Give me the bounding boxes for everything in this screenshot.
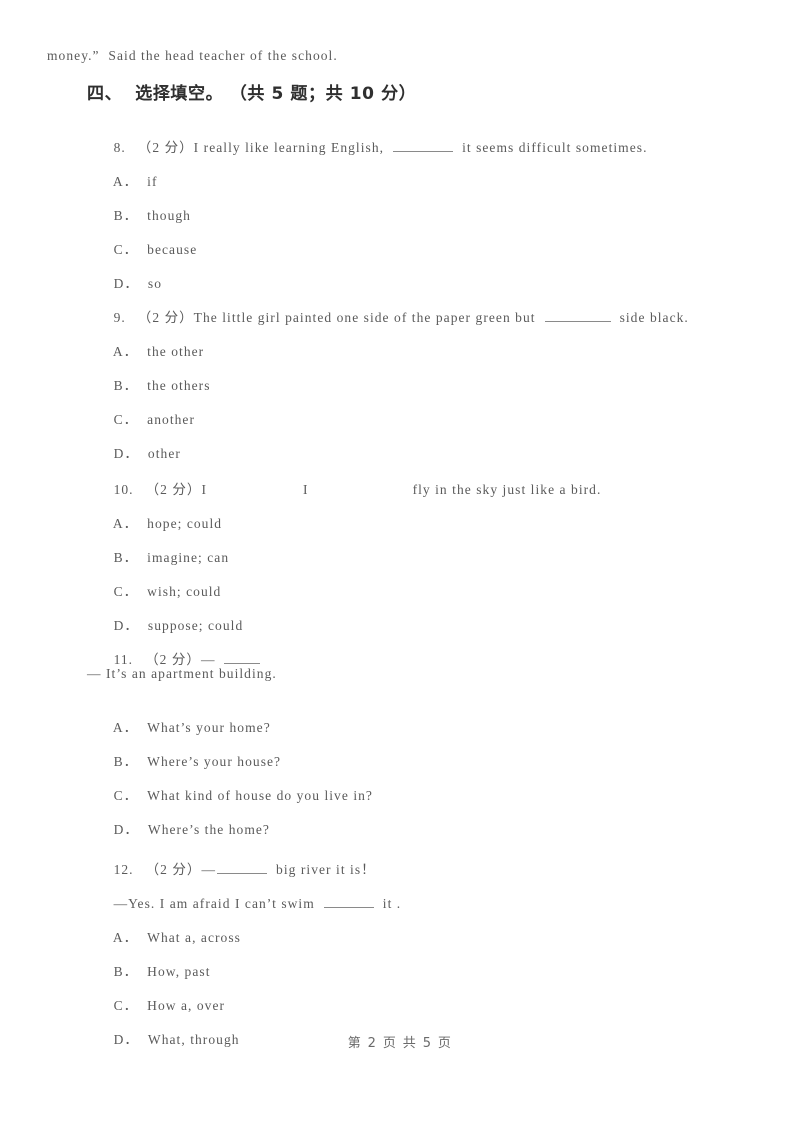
- option-letter: C．: [113, 412, 139, 427]
- exam-page: money.” Said the head teacher of the sch…: [0, 0, 800, 1132]
- stem-before: The little girl painted one side of the …: [193, 310, 536, 325]
- option-text: How a, over: [147, 998, 226, 1013]
- question-number: 10.: [113, 482, 134, 497]
- question-marks: （2 分）: [137, 310, 194, 325]
- question-block-12: 12. （2 分）— big river it is！ —Yes. I am afr…: [87, 840, 727, 1047]
- option-row[interactable]: A． What’s your home?: [87, 698, 727, 735]
- continuation-text: money.” Said the head teacher of the sch…: [47, 48, 338, 63]
- question-block-10: 10. （2 分）I Ifly in the sky just like a bir…: [87, 460, 727, 633]
- option-letter: A．: [112, 720, 139, 735]
- option-text: What a, across: [147, 930, 241, 945]
- question-marks: （2 分）: [145, 482, 202, 497]
- option-letter: B．: [113, 754, 139, 769]
- answer-blank: [393, 140, 454, 152]
- question-stem: 9. （2 分）The little girl painted one side …: [87, 288, 727, 325]
- question-stem: 8. （2 分）I really like learning English, it…: [87, 118, 727, 155]
- stem-after: big river it is！: [276, 862, 376, 877]
- option-letter: D．: [113, 446, 139, 461]
- option-text: other: [147, 446, 181, 461]
- option-letter: C．: [113, 242, 139, 257]
- option-text: though: [147, 208, 191, 223]
- option-letter: A．: [112, 174, 139, 189]
- option-letter: C．: [113, 998, 139, 1013]
- question-marks: （2 分）: [137, 140, 194, 155]
- option-text: What’s your home?: [147, 720, 271, 735]
- answer-line-before: —Yes. I am afraid I can’t swim: [113, 896, 315, 911]
- option-text: because: [147, 242, 198, 257]
- stem-after: side black.: [619, 310, 689, 325]
- question-stem: 11. （2 分）—: [87, 630, 727, 667]
- option-text: imagine; can: [147, 550, 230, 565]
- option-letter: B．: [113, 378, 139, 393]
- question-block-9: 9. （2 分）The little girl painted one side …: [87, 288, 727, 461]
- question-stem: 10. （2 分）I Ifly in the sky just like a bir…: [87, 460, 727, 497]
- option-letter: D．: [113, 822, 139, 837]
- stem-part-2: I: [303, 482, 309, 497]
- question-stem-line2: — It’s an apartment building.: [87, 666, 277, 681]
- option-text: the other: [147, 344, 205, 359]
- stem-after: it seems difficult sometimes.: [462, 140, 648, 155]
- question-marks: （2 分）: [145, 862, 202, 877]
- option-text: What kind of house do you live in?: [147, 788, 373, 803]
- question-block-11: 11. （2 分）— — It’s an apartment building. …: [87, 630, 727, 837]
- stem-part-1: I: [201, 482, 208, 497]
- option-letter: B．: [113, 208, 139, 223]
- option-text: Where’s your house?: [147, 754, 282, 769]
- option-text: the others: [147, 378, 211, 393]
- option-text: if: [147, 174, 158, 189]
- option-letter: A．: [112, 930, 139, 945]
- answer-blank: [217, 862, 268, 874]
- page-footer: 第 2 页 共 5 页: [347, 1036, 453, 1051]
- answer-blank: [544, 310, 611, 322]
- answer-blank: [223, 652, 260, 664]
- option-text: Where’s the home?: [147, 822, 270, 837]
- option-row[interactable]: B． though: [87, 186, 727, 223]
- dialogue-dash: —: [201, 862, 217, 877]
- option-text: wish; could: [147, 584, 222, 599]
- option-letter: A．: [112, 516, 139, 531]
- option-letter: C．: [113, 788, 139, 803]
- option-letter: C．: [113, 584, 139, 599]
- question-number: 12.: [113, 862, 134, 877]
- question-number: 9.: [113, 310, 126, 325]
- option-text: another: [147, 412, 196, 427]
- option-letter: B．: [113, 964, 139, 979]
- answer-line-after: it .: [382, 896, 402, 911]
- answer-blank: [323, 896, 374, 908]
- stem-before: I really like learning English,: [193, 140, 385, 155]
- stem-part-3: fly in the sky just like a bird.: [412, 482, 602, 497]
- question-number: 8.: [113, 140, 126, 155]
- option-text: hope; could: [147, 516, 223, 531]
- section-heading: 四、 选择填空。 （共 5 题；共 10 分）: [87, 84, 417, 104]
- question-stem: 12. （2 分）— big river it is！: [87, 840, 727, 877]
- question-block-8: 8. （2 分）I really like learning English, it…: [87, 118, 727, 291]
- option-text: How, past: [147, 964, 211, 979]
- option-letter: A．: [112, 344, 139, 359]
- option-letter: B．: [113, 550, 139, 565]
